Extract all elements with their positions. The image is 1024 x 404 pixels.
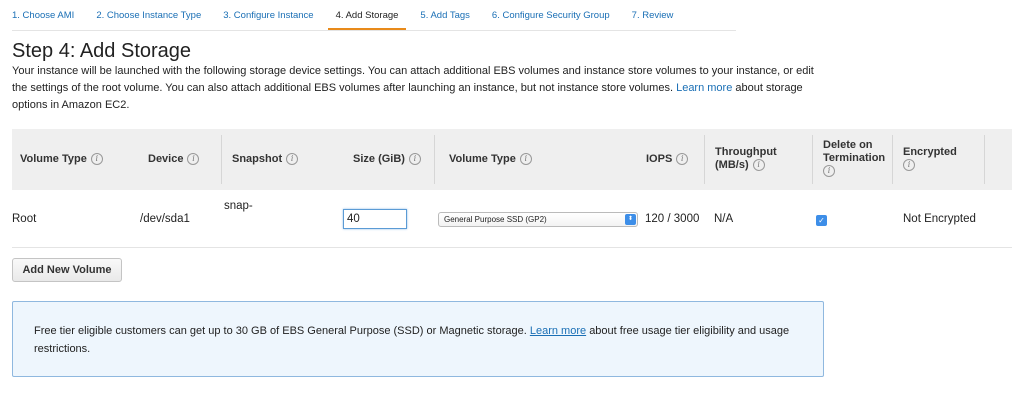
column-divider bbox=[984, 135, 985, 184]
select-arrows-icon: ⬍ bbox=[625, 214, 636, 225]
cell-iops: 120 / 3000 bbox=[645, 213, 700, 225]
wizard-tabs: 1. Choose AMI 2. Choose Instance Type 3.… bbox=[12, 6, 695, 30]
header-throughput: Throughput (MB/s) i bbox=[715, 146, 777, 172]
tab-add-tags[interactable]: 5. Add Tags bbox=[420, 6, 469, 30]
delete-on-termination-checkbox[interactable]: ✓ bbox=[816, 215, 827, 226]
info-icon[interactable]: i bbox=[187, 153, 200, 166]
size-input[interactable] bbox=[343, 209, 407, 229]
tab-review[interactable]: 7. Review bbox=[632, 6, 674, 30]
tabs-divider bbox=[12, 30, 736, 31]
storage-table-header: Volume Type i Device i Snapshot i Size (GiB… bbox=[12, 129, 1012, 190]
cell-snapshot: snap- bbox=[224, 200, 253, 212]
cell-device: /dev/sda1 bbox=[140, 213, 190, 225]
header-iops: IOPS i bbox=[646, 153, 689, 166]
info-icon[interactable]: i bbox=[286, 153, 299, 166]
column-divider bbox=[434, 135, 435, 184]
info-icon[interactable]: i bbox=[676, 153, 689, 166]
header-encrypted: Encrypted i bbox=[903, 146, 957, 172]
info-icon[interactable]: i bbox=[752, 159, 765, 172]
page-title: Step 4: Add Storage bbox=[12, 40, 192, 62]
tab-configure-security-group[interactable]: 6. Configure Security Group bbox=[492, 6, 610, 30]
row-divider bbox=[12, 247, 1012, 248]
notice-learn-more-link[interactable]: Learn more bbox=[530, 325, 586, 337]
column-divider bbox=[892, 135, 893, 184]
notice-text: Free tier eligible customers can get up … bbox=[34, 322, 794, 358]
add-new-volume-button[interactable]: Add New Volume bbox=[12, 258, 122, 282]
volume-type-selected: General Purpose SSD (GP2) bbox=[444, 215, 547, 224]
column-divider bbox=[221, 135, 222, 184]
checkmark-icon: ✓ bbox=[818, 216, 825, 225]
header-size: Size (GiB) i bbox=[353, 153, 421, 166]
learn-more-link[interactable]: Learn more bbox=[676, 82, 732, 94]
info-icon[interactable]: i bbox=[519, 153, 532, 166]
info-icon[interactable]: i bbox=[823, 165, 835, 178]
volume-type-select[interactable]: General Purpose SSD (GP2) ⬍ bbox=[438, 212, 638, 227]
tab-add-storage[interactable]: 4. Add Storage bbox=[327, 6, 407, 30]
column-divider bbox=[704, 135, 705, 184]
tab-choose-instance-type[interactable]: 2. Choose Instance Type bbox=[96, 6, 201, 30]
header-ebs-volume-type: Volume Type i bbox=[449, 153, 532, 166]
header-volume-type: Volume Type i bbox=[20, 153, 103, 166]
info-icon[interactable]: i bbox=[408, 153, 421, 166]
tab-choose-ami[interactable]: 1. Choose AMI bbox=[12, 6, 74, 30]
free-tier-notice: Free tier eligible customers can get up … bbox=[12, 301, 824, 377]
cell-volume-type: Root bbox=[12, 213, 37, 225]
column-divider bbox=[812, 135, 813, 184]
tab-configure-instance[interactable]: 3. Configure Instance bbox=[223, 6, 313, 30]
cell-encrypted: Not Encrypted bbox=[903, 213, 976, 225]
cell-throughput: N/A bbox=[714, 213, 734, 225]
notice-body: Free tier eligible customers can get up … bbox=[34, 325, 527, 337]
header-snapshot: Snapshot i bbox=[232, 153, 299, 166]
header-delete-on-termination: Delete on Termination i bbox=[823, 139, 886, 178]
info-icon[interactable]: i bbox=[903, 159, 915, 172]
info-icon[interactable]: i bbox=[90, 153, 103, 166]
page-description: Your instance will be launched with the … bbox=[12, 63, 832, 114]
header-device: Device i bbox=[148, 153, 200, 166]
